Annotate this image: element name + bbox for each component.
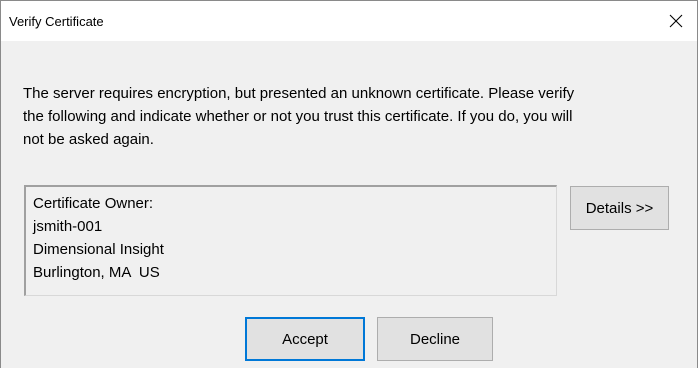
decline-button[interactable]: Decline <box>377 317 493 361</box>
close-icon <box>669 14 683 28</box>
certificate-owner-name: jsmith-001 <box>33 218 103 235</box>
message-text: The server requires encryption, but pres… <box>23 85 575 148</box>
verify-certificate-dialog: Verify Certificate The server requires e… <box>0 0 698 368</box>
title-bar: Verify Certificate <box>1 1 697 41</box>
close-button[interactable] <box>655 1 697 41</box>
window-title: Verify Certificate <box>9 14 104 29</box>
certificate-organization: Dimensional Insight <box>33 241 164 258</box>
certificate-info-box: Certificate Owner: jsmith-001 Dimensiona… <box>24 185 557 296</box>
certificate-location: Burlington, MA US <box>33 264 160 281</box>
details-button[interactable]: Details >> <box>570 186 669 230</box>
accept-button[interactable]: Accept <box>245 317 365 361</box>
certificate-owner-label: Certificate Owner: <box>33 195 154 212</box>
